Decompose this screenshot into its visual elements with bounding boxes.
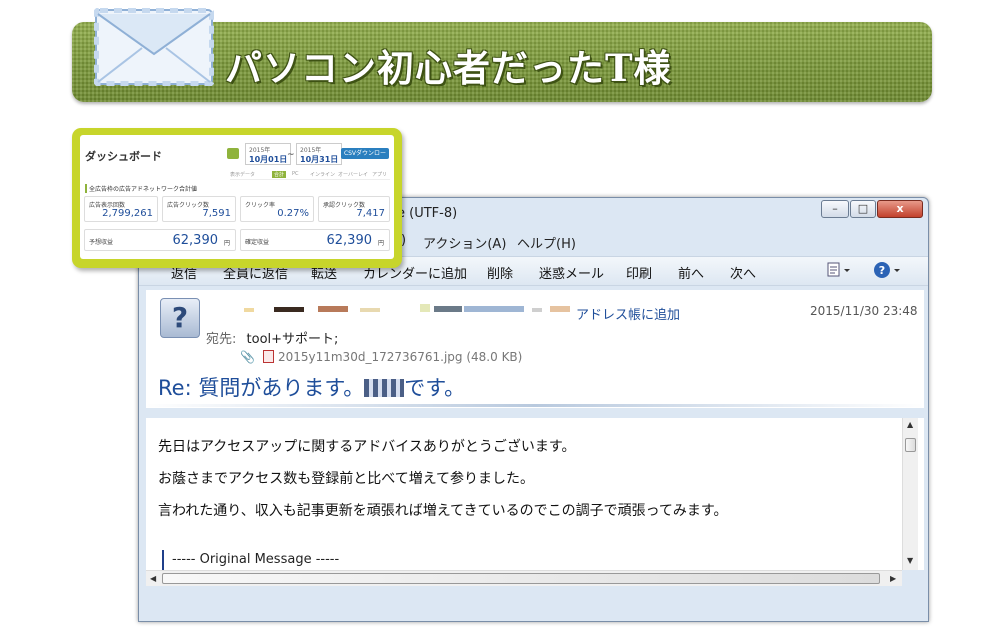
revenue-label: 確定収益 [245,239,270,246]
section-title: 全広告枠の広告アドネットワーク合計値 [85,184,197,193]
attachment-link[interactable]: 2015y11m30d_172736761.jpg (48.0 KB) [278,350,522,364]
subject-suffix: です。 [404,376,466,400]
dashboard-panel: ダッシュボード 2015年 10月01日 ~ 2015年 10月31日 CSVダ… [80,135,394,259]
filter-tab-pc[interactable]: PC [292,171,299,177]
filter-tab-inline[interactable]: インライン [310,171,335,178]
banner-title: パソコン初心者だったT様 [225,46,672,90]
original-message-marker: ----- Original Message ----- [172,552,340,567]
minimize-button[interactable]: – [821,200,849,218]
metric-card-impressions: 広告表示回数 2,799,261 [84,196,158,222]
revenue-value: 62,390 [172,233,219,248]
delete-button[interactable]: 削除 [487,263,513,282]
filter-tab-total[interactable]: 合計 [272,171,287,178]
quote-bar [162,550,164,570]
message-subject: Re: 質問があります。 です。 [158,372,465,402]
redacted-sender [244,308,254,312]
junk-mail-button[interactable]: 迷惑メール [539,263,604,282]
maximize-button[interactable]: □ [850,200,876,218]
view-options-icon[interactable] [827,261,851,283]
paperclip-icon: 📎 [240,350,255,364]
body-line-1: 先日はアクセスアップに関するアドバイスありがとうございます。 [158,439,576,455]
redacted-name [364,379,405,397]
recipient[interactable]: tool+サポート; [247,332,339,347]
message-header: ? アドレス帳に追加 2015/11/30 23:48 宛先: tool+サポー… [146,290,924,408]
date-from: 10月01日 [249,155,288,164]
next-button[interactable]: 次へ [730,263,756,282]
scroll-up-arrow[interactable]: ▲ [907,420,913,429]
metric-value: 7,591 [202,208,231,219]
date-from-picker[interactable]: 2015年 10月01日 [245,143,292,165]
date-from-year: 2015年 [249,147,271,154]
scroll-left-arrow[interactable]: ◀ [150,574,156,583]
revenue-unit: 円 [377,240,384,247]
filter-label: 表示データ [230,172,256,178]
filter-tab-app[interactable]: アプリ [372,171,387,178]
subject-text: Re: 質問があります。 [158,376,365,400]
unknown-sender-icon: ? [160,298,200,338]
window-title: e (UTF-8) [397,206,458,221]
envelope-icon [94,8,214,86]
data-filter-tabs: 表示データ 合計 PC インライン オーバーレイ アプリ [230,170,390,180]
metric-card-approved-clicks: 承認クリック数 7,417 [318,196,390,222]
filter-tab-overlay[interactable]: オーバーレイ [338,171,368,178]
date-to: 10月31日 [300,155,339,164]
metric-value: 0.27% [277,208,309,219]
status-bar [146,590,924,618]
date-separator: ~ [287,150,295,160]
menu-item-action[interactable]: アクション(A) [423,233,506,252]
revenue-label: 予想収益 [89,239,114,246]
metric-value: 7,417 [356,208,385,219]
revenue-value: 62,390 [326,233,373,248]
help-icon[interactable]: ? [873,261,901,283]
csv-download-button[interactable]: CSVダウンロード [341,148,389,168]
add-to-address-book-link[interactable]: アドレス帳に追加 [576,304,680,323]
metric-label: クリック率 [245,202,276,209]
revenue-unit: 円 [223,240,230,247]
horizontal-scroll-thumb[interactable] [162,573,880,584]
previous-button[interactable]: 前へ [678,263,704,282]
revenue-card-estimated: 予想収益 62,390 円 [84,229,236,251]
body-line-2: お蔭さまでアクセス数も登録前と比べて増えて参りました。 [158,471,535,487]
calendar-icon[interactable] [227,148,239,159]
scroll-right-arrow[interactable]: ▶ [890,574,896,583]
vertical-scroll-thumb[interactable] [905,438,916,452]
header-divider [146,404,924,407]
attachment-file-icon [262,350,274,363]
horizontal-scrollbar[interactable]: ◀ ▶ [146,570,902,586]
date-to-year: 2015年 [300,147,322,154]
metric-value: 2,799,261 [102,208,153,219]
metric-card-clicks: 広告クリック数 7,591 [162,196,236,222]
message-body[interactable]: 先日はアクセスアップに関するアドバイスありがとうございます。 お蔭さまでアクセス… [146,418,924,570]
dashboard-inset: ダッシュボード 2015年 10月01日 ~ 2015年 10月31日 CSVダ… [72,128,402,268]
body-line-3: 言われた通り、収入も記事更新を頑張れば増えてきているのでこの調子で頑張ってみます… [158,503,728,519]
scroll-down-arrow[interactable]: ▼ [907,556,913,565]
vertical-scrollbar[interactable]: ▲ ▼ [902,418,918,570]
attachment-row: 📎 2015y11m30d_172736761.jpg (48.0 KB) [240,350,522,364]
svg-text:?: ? [879,264,885,277]
revenue-card-confirmed: 確定収益 62,390 円 [240,229,390,251]
close-button[interactable]: x [877,200,923,218]
dashboard-title: ダッシュボード [85,150,162,163]
menu-item-help[interactable]: ヘルプ(H) [517,233,576,252]
recipient-row: 宛先: tool+サポート; [206,328,338,347]
print-button[interactable]: 印刷 [626,263,652,282]
to-label: 宛先: [206,332,237,347]
metric-card-ctr: クリック率 0.27% [240,196,314,222]
date-to-picker[interactable]: 2015年 10月31日 [296,143,343,165]
message-date: 2015/11/30 23:48 [810,304,918,318]
